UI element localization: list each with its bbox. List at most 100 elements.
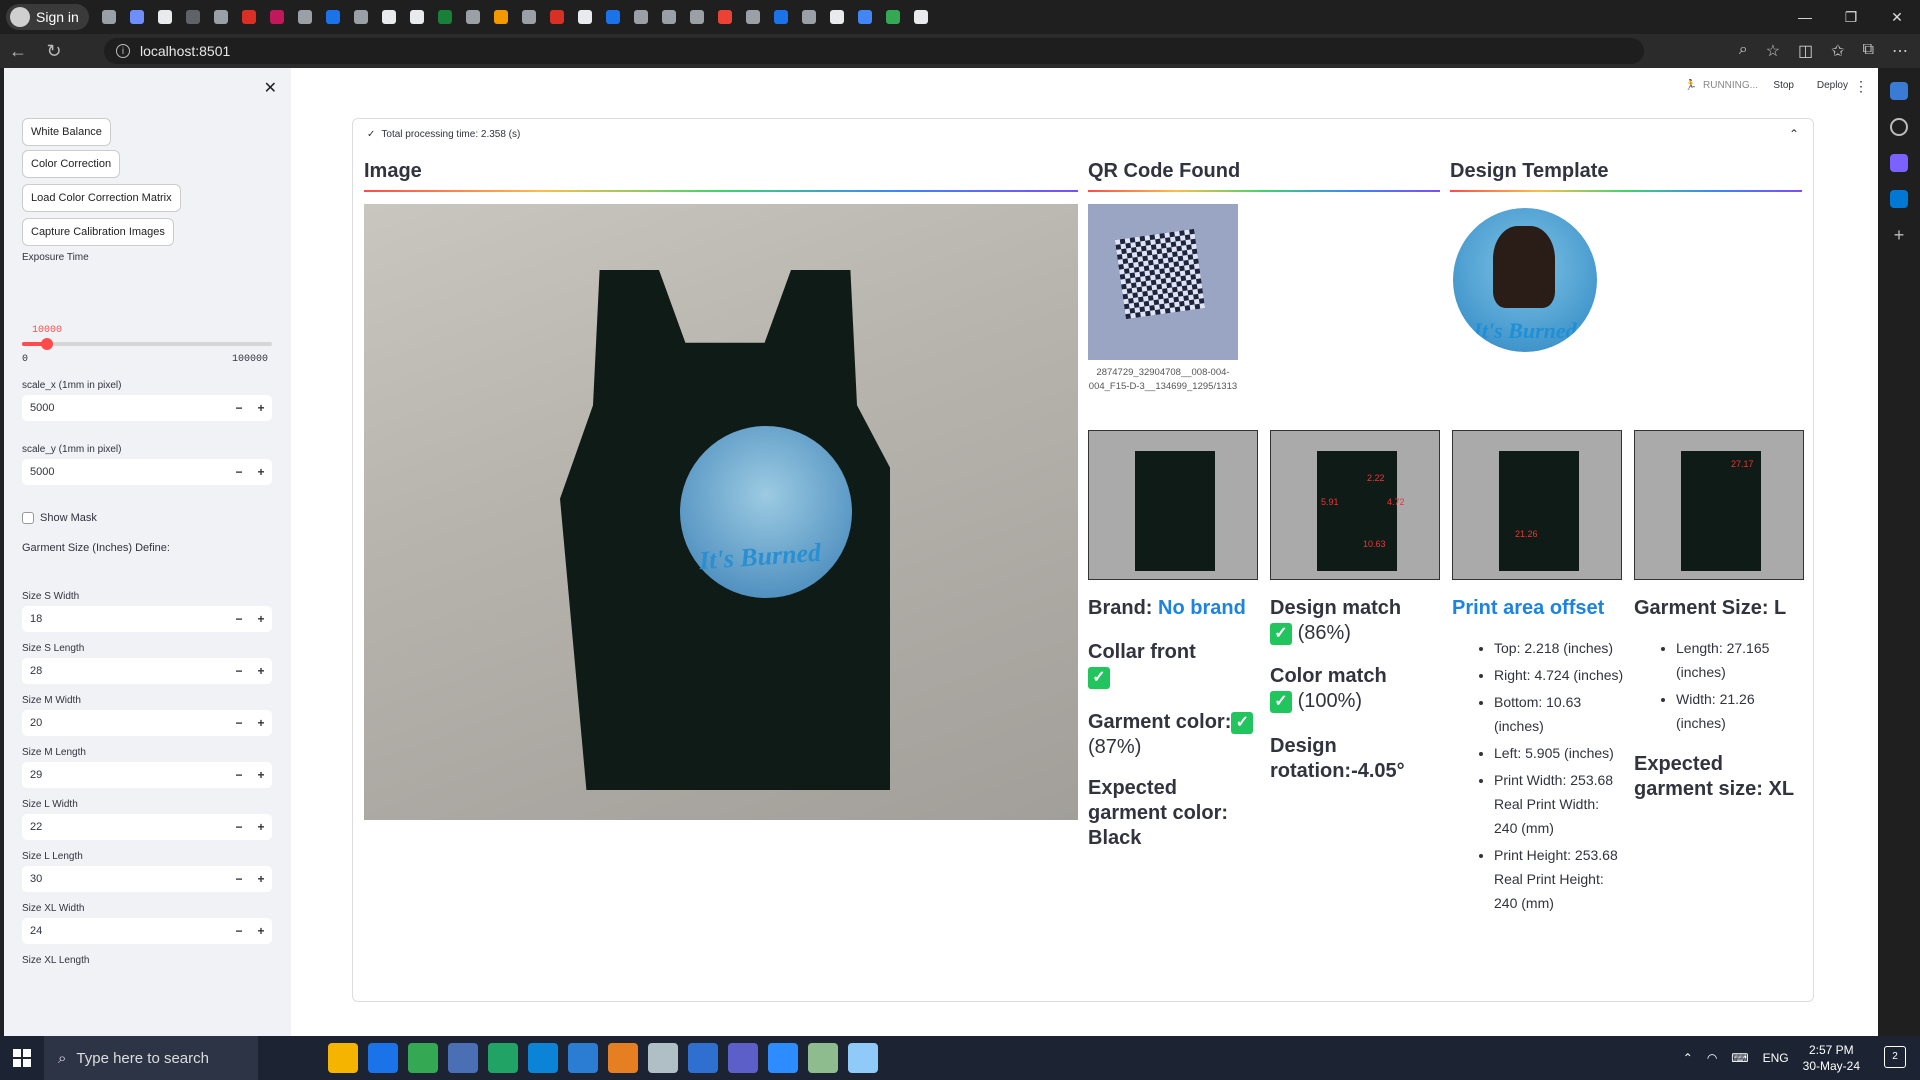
taskbar-app-icon[interactable] bbox=[808, 1043, 838, 1073]
back-icon[interactable]: ← bbox=[0, 41, 36, 62]
chevron-up-icon[interactable]: ⌃ bbox=[1789, 127, 1799, 141]
browser-tab[interactable] bbox=[881, 5, 905, 29]
show-mask-checkbox[interactable]: Show Mask bbox=[22, 512, 97, 524]
decrement-button[interactable]: − bbox=[228, 401, 250, 415]
size-field-input[interactable]: 18 − + bbox=[22, 606, 272, 632]
size-field-input[interactable]: 20 − + bbox=[22, 710, 272, 736]
taskbar-app-icon[interactable] bbox=[768, 1043, 798, 1073]
decrement-button[interactable]: − bbox=[228, 664, 250, 678]
increment-button[interactable]: + bbox=[250, 716, 272, 730]
size-field-input[interactable]: 30 − + bbox=[22, 866, 272, 892]
load-matrix-button[interactable]: Load Color Correction Matrix bbox=[22, 184, 181, 212]
decrement-button[interactable]: − bbox=[228, 820, 250, 834]
browser-tab[interactable] bbox=[293, 5, 317, 29]
split-screen-icon[interactable]: ◫ bbox=[1798, 41, 1813, 61]
taskbar-app-icon[interactable] bbox=[368, 1043, 398, 1073]
address-bar[interactable]: i localhost:8501 bbox=[104, 38, 1644, 64]
taskbar-app-icon[interactable] bbox=[528, 1043, 558, 1073]
taskbar-app-icon[interactable] bbox=[448, 1043, 478, 1073]
browser-tab[interactable] bbox=[657, 5, 681, 29]
browser-tab[interactable] bbox=[405, 5, 429, 29]
browser-tab[interactable] bbox=[545, 5, 569, 29]
add-icon[interactable]: + bbox=[1890, 226, 1908, 244]
size-field-input[interactable]: 29 − + bbox=[22, 762, 272, 788]
browser-tab[interactable] bbox=[209, 5, 233, 29]
stop-button[interactable]: Stop bbox=[1773, 80, 1794, 91]
browser-tab[interactable] bbox=[909, 5, 933, 29]
decrement-button[interactable]: − bbox=[228, 465, 250, 479]
size-field-input[interactable]: 24 − + bbox=[22, 918, 272, 944]
deploy-button[interactable]: Deploy bbox=[1817, 80, 1848, 91]
taskbar-app-icon[interactable] bbox=[688, 1043, 718, 1073]
increment-button[interactable]: + bbox=[250, 768, 272, 782]
browser-tab[interactable] bbox=[349, 5, 373, 29]
keyboard-icon[interactable]: ⌨ bbox=[1731, 1051, 1748, 1065]
main-menu-icon[interactable]: ⋮ bbox=[1854, 78, 1868, 95]
language[interactable]: ENG bbox=[1763, 1051, 1789, 1065]
capture-calibration-button[interactable]: Capture Calibration Images bbox=[22, 218, 174, 246]
white-balance-button[interactable]: White Balance bbox=[22, 118, 111, 146]
profile-button[interactable]: Sign in bbox=[6, 4, 89, 30]
taskbar-app-icon[interactable] bbox=[568, 1043, 598, 1073]
browser-tab[interactable] bbox=[713, 5, 737, 29]
decrement-button[interactable]: − bbox=[228, 872, 250, 886]
browser-tab[interactable] bbox=[153, 5, 177, 29]
expander-header[interactable]: ✓ Total processing time: 2.358 (s) bbox=[367, 129, 520, 140]
taskbar-app-icon[interactable] bbox=[608, 1043, 638, 1073]
browser-tab[interactable] bbox=[125, 5, 149, 29]
search-icon[interactable] bbox=[1890, 118, 1908, 136]
clock[interactable]: 2:57 PM 30-May-24 bbox=[1803, 1042, 1860, 1074]
taskbar-app-icon[interactable] bbox=[328, 1043, 358, 1073]
scale-x-input[interactable]: 5000 − + bbox=[22, 395, 272, 421]
browser-tab[interactable] bbox=[181, 5, 205, 29]
exposure-slider-thumb[interactable] bbox=[41, 338, 53, 350]
increment-button[interactable]: + bbox=[250, 465, 272, 479]
browser-tab[interactable] bbox=[237, 5, 261, 29]
browser-tab[interactable] bbox=[797, 5, 821, 29]
decrement-button[interactable]: − bbox=[228, 924, 250, 938]
taskbar-app-icon[interactable] bbox=[728, 1043, 758, 1073]
wifi-icon[interactable]: ◠ bbox=[1707, 1051, 1717, 1065]
browser-tab[interactable] bbox=[601, 5, 625, 29]
taskbar-search[interactable]: ⌕ Type here to search bbox=[44, 1036, 258, 1080]
decrement-button[interactable]: − bbox=[228, 716, 250, 730]
decrement-button[interactable]: − bbox=[228, 768, 250, 782]
browser-tab[interactable] bbox=[265, 5, 289, 29]
decrement-button[interactable]: − bbox=[228, 612, 250, 626]
increment-button[interactable]: + bbox=[250, 664, 272, 678]
taskbar-app-icon[interactable] bbox=[408, 1043, 438, 1073]
size-field-input[interactable]: 22 − + bbox=[22, 814, 272, 840]
browser-tab[interactable] bbox=[573, 5, 597, 29]
favorite-icon[interactable]: ☆ bbox=[1766, 41, 1780, 61]
increment-button[interactable]: + bbox=[250, 612, 272, 626]
outlook-icon[interactable] bbox=[1890, 190, 1908, 208]
start-button[interactable] bbox=[0, 1036, 44, 1080]
taskbar-app-icon[interactable] bbox=[648, 1043, 678, 1073]
taskbar-app-icon[interactable] bbox=[488, 1043, 518, 1073]
browser-tab[interactable] bbox=[769, 5, 793, 29]
exposure-slider[interactable] bbox=[22, 338, 272, 350]
chevron-up-icon[interactable]: ⌃ bbox=[1683, 1051, 1693, 1065]
notification-icon[interactable]: 2 bbox=[1884, 1046, 1906, 1068]
refresh-icon[interactable]: ↻ bbox=[36, 41, 72, 62]
checkbox-box[interactable] bbox=[22, 512, 34, 524]
browser-tab[interactable] bbox=[433, 5, 457, 29]
browser-tab[interactable] bbox=[321, 5, 345, 29]
browser-tab[interactable] bbox=[97, 5, 121, 29]
increment-button[interactable]: + bbox=[250, 820, 272, 834]
browser-tab[interactable] bbox=[489, 5, 513, 29]
browser-tab[interactable] bbox=[629, 5, 653, 29]
browser-tab[interactable] bbox=[461, 5, 485, 29]
color-correction-button[interactable]: Color Correction bbox=[22, 150, 121, 178]
restore-icon[interactable]: ❐ bbox=[1828, 0, 1874, 34]
more-icon[interactable]: ⋯ bbox=[1892, 41, 1908, 61]
collections-icon[interactable]: ⧉ bbox=[1863, 41, 1874, 61]
close-sidebar-icon[interactable]: ✕ bbox=[264, 78, 277, 98]
increment-button[interactable]: + bbox=[250, 401, 272, 415]
browser-tab[interactable] bbox=[825, 5, 849, 29]
minimize-icon[interactable]: — bbox=[1782, 0, 1828, 34]
shopping-icon[interactable] bbox=[1890, 154, 1908, 172]
browser-tab[interactable] bbox=[853, 5, 877, 29]
zoom-icon[interactable]: ⌕ bbox=[1739, 41, 1748, 61]
size-field-input[interactable]: 28 − + bbox=[22, 658, 272, 684]
